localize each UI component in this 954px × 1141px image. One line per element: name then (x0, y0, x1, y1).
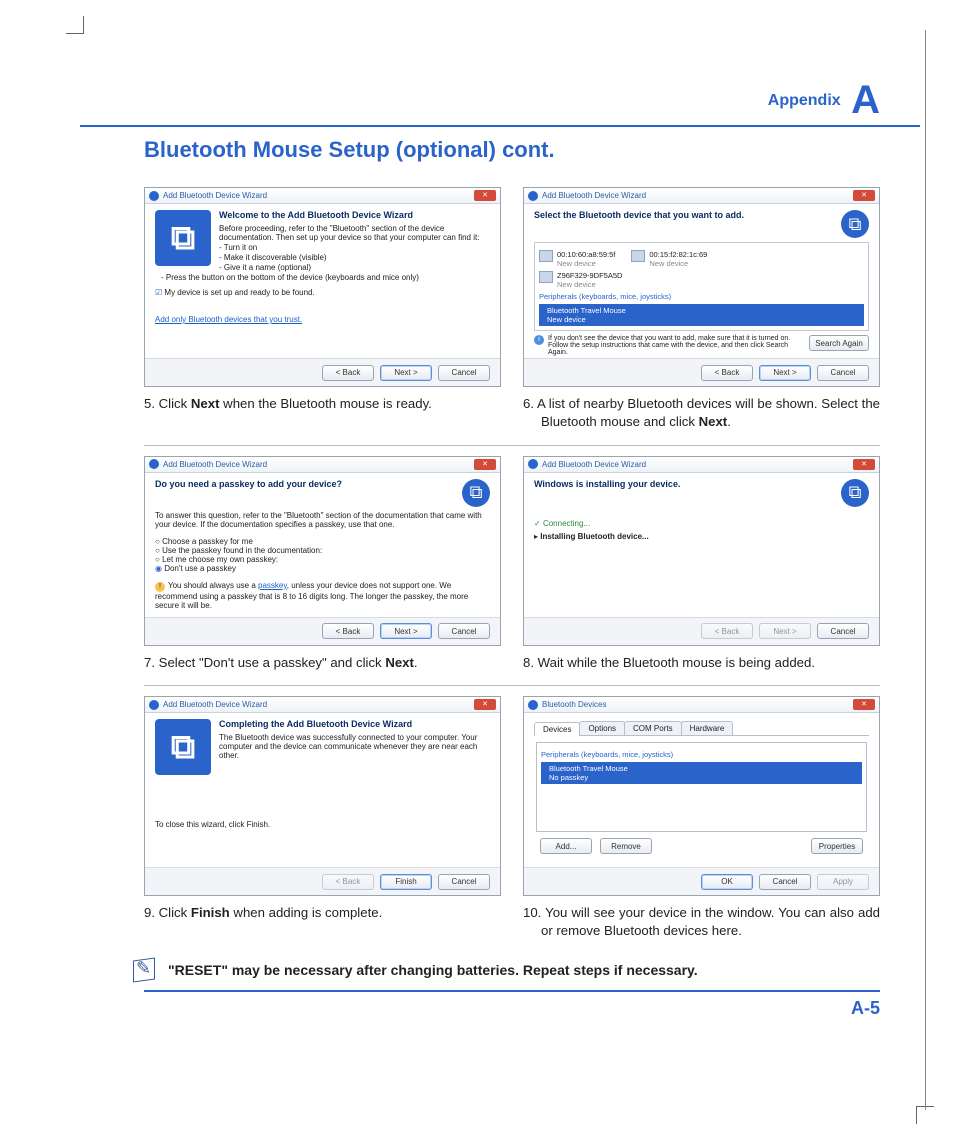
wizard-heading: Do you need a passkey to add your device… (155, 479, 462, 503)
next-button[interactable]: Next > (380, 365, 432, 381)
window-title: Add Bluetooth Device Wizard (163, 191, 267, 200)
page-number: A-5 (80, 998, 880, 1019)
ok-button[interactable]: OK (701, 874, 753, 890)
bluetooth-icon (528, 191, 538, 201)
cancel-button[interactable]: Cancel (438, 874, 490, 890)
passkey-radio-own[interactable]: Let me choose my own passkey: (155, 555, 490, 564)
caption-step7: 7. Select "Don't use a passkey" and clic… (144, 654, 501, 672)
close-icon[interactable]: ✕ (853, 699, 875, 710)
bluetooth-icon (149, 459, 159, 469)
device-icon (631, 250, 645, 262)
wizard-heading: Windows is installing your device. (534, 479, 841, 503)
caption-step6: 6. A list of nearby Bluetooth devices wi… (523, 395, 880, 431)
properties-button[interactable]: Properties (811, 838, 863, 854)
bluetooth-icon (528, 700, 538, 710)
device-icon (539, 250, 553, 262)
back-button[interactable]: < Back (701, 365, 753, 381)
device-item[interactable]: 00:15:f2:82:1c:69New device (631, 250, 707, 268)
caption-step8: 8. Wait while the Bluetooth mouse is bei… (523, 654, 880, 672)
wizard-heading: Select the Bluetooth device that you wan… (534, 210, 841, 234)
passkey-radio-none[interactable]: Don't use a passkey (155, 564, 490, 573)
close-icon[interactable]: ✕ (853, 459, 875, 470)
passkey-radio-auto[interactable]: Choose a passkey for me (155, 537, 490, 546)
screenshot-step7: Add Bluetooth Device Wizard ✕ Do you need… (144, 456, 501, 646)
page-title: Bluetooth Mouse Setup (optional) cont. (144, 137, 920, 163)
screenshot-step8: Add Bluetooth Device Wizard ✕ Windows is … (523, 456, 880, 646)
cancel-button[interactable]: Cancel (438, 365, 490, 381)
info-icon: i (534, 335, 544, 345)
add-button[interactable]: Add... (540, 838, 592, 854)
screenshot-step9: Add Bluetooth Device Wizard✕ ⧉ Completin… (144, 696, 501, 896)
device-item[interactable]: 00:10:60:a8:59:5fNew device (539, 250, 615, 268)
caption-step5: 5. Click Next when the Bluetooth mouse i… (144, 395, 501, 413)
cancel-button[interactable]: Cancel (817, 623, 869, 639)
window-title: Add Bluetooth Device Wizard (163, 460, 267, 469)
note-icon (130, 956, 158, 984)
passkey-intro: To answer this question, refer to the "B… (155, 511, 490, 529)
tab-devices[interactable]: Devices (534, 722, 580, 736)
bluetooth-logo: ⧉ (155, 719, 211, 775)
bluetooth-icon: ⧉ (841, 210, 869, 238)
finish-button[interactable]: Finish (380, 874, 432, 890)
tab-hardware[interactable]: Hardware (681, 721, 734, 735)
window-title: Add Bluetooth Device Wizard (542, 460, 646, 469)
status-installing: ▸ Installing Bluetooth device... (534, 532, 869, 541)
device-icon (539, 271, 553, 283)
screenshot-step5: Add Bluetooth Device Wizard✕ ⧉ Welcome t… (144, 187, 501, 387)
window-title: Add Bluetooth Device Wizard (163, 700, 267, 709)
close-icon[interactable]: ✕ (474, 699, 496, 710)
next-button[interactable]: Next > (380, 623, 432, 639)
back-button[interactable]: < Back (322, 365, 374, 381)
cancel-button[interactable]: Cancel (759, 874, 811, 890)
appendix-label: Appendix (768, 92, 841, 109)
note-text: "RESET" may be necessary after changing … (168, 962, 698, 978)
screenshot-step10: Bluetooth Devices ✕ Devices Options COM P… (523, 696, 880, 896)
appendix-letter: A (851, 78, 880, 122)
search-again-button[interactable]: Search Again (809, 335, 869, 351)
category-label: Peripherals (keyboards, mice, joysticks) (541, 750, 862, 759)
tab-options[interactable]: Options (579, 721, 625, 735)
next-button[interactable]: Next > (759, 365, 811, 381)
device-item-selected[interactable]: Bluetooth Travel MouseNo passkey (541, 762, 862, 784)
wizard-close-text: To close this wizard, click Finish. (155, 820, 490, 829)
device-item-selected[interactable]: Bluetooth Travel MouseNew device (539, 304, 864, 326)
next-button: Next > (759, 623, 811, 639)
device-item[interactable]: Z96F329-9DF5A5DNew device (539, 271, 622, 289)
passkey-warning: You should always use a passkey, unless … (155, 581, 468, 610)
bluetooth-icon: ⧉ (462, 479, 490, 507)
ready-checkbox[interactable]: My device is set up and ready to be foun… (155, 288, 490, 297)
screenshot-step6: Add Bluetooth Device Wizard ✕ Select the … (523, 187, 880, 387)
status-connecting: ✓ Connecting... (534, 519, 869, 528)
wizard-bullet: - Press the button on the bottom of the … (161, 273, 490, 282)
close-icon[interactable]: ✕ (474, 459, 496, 470)
caption-step10: 10. You will see your device in the wind… (523, 904, 880, 940)
back-button: < Back (701, 623, 753, 639)
cancel-button[interactable]: Cancel (817, 365, 869, 381)
close-icon[interactable]: ✕ (853, 190, 875, 201)
caption-step9: 9. Click Finish when adding is complete. (144, 904, 501, 922)
bluetooth-logo: ⧉ (155, 210, 211, 266)
bluetooth-icon (149, 191, 159, 201)
trust-link[interactable]: Add only Bluetooth devices that you trus… (155, 315, 302, 324)
back-button: < Back (322, 874, 374, 890)
bluetooth-icon (528, 459, 538, 469)
passkey-link[interactable]: passkey (258, 581, 287, 590)
back-button[interactable]: < Back (322, 623, 374, 639)
tab-comports[interactable]: COM Ports (624, 721, 682, 735)
cancel-button[interactable]: Cancel (438, 623, 490, 639)
category-label: Peripherals (keyboards, mice, joysticks) (539, 292, 864, 301)
close-icon[interactable]: ✕ (474, 190, 496, 201)
remove-button[interactable]: Remove (600, 838, 652, 854)
warning-icon: ! (155, 582, 165, 592)
info-text: If you don't see the device that you wan… (548, 335, 805, 356)
passkey-radio-doc[interactable]: Use the passkey found in the documentati… (155, 546, 490, 555)
window-title: Add Bluetooth Device Wizard (542, 191, 646, 200)
bluetooth-icon (149, 700, 159, 710)
bluetooth-icon: ⧉ (841, 479, 869, 507)
wizard-bullet: - Give it a name (optional) (161, 263, 490, 272)
page-header: Appendix A (80, 78, 920, 127)
window-title: Bluetooth Devices (542, 700, 606, 709)
apply-button: Apply (817, 874, 869, 890)
